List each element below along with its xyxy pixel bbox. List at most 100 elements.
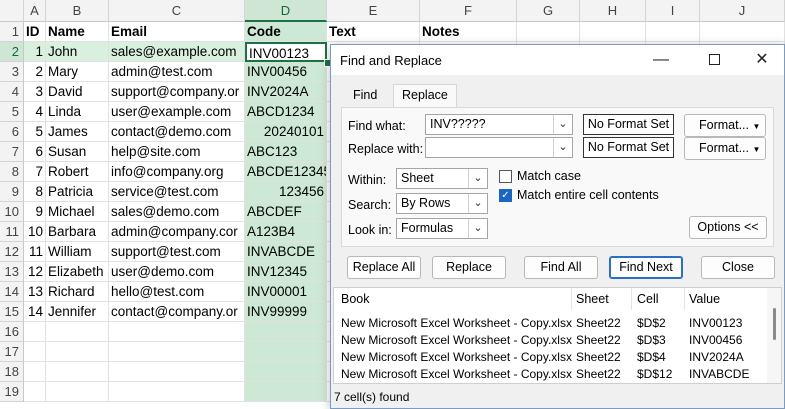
cell-e1[interactable]: Text <box>327 22 420 42</box>
row-header[interactable]: 16 <box>0 322 24 342</box>
cell-b16[interactable] <box>46 322 109 342</box>
cell-c1[interactable]: Email <box>109 22 245 42</box>
cell-a13[interactable]: 12 <box>24 262 46 282</box>
cell-j1[interactable] <box>700 22 785 42</box>
cell-b2[interactable]: John <box>46 42 109 62</box>
column-header-c[interactable]: C <box>109 0 245 22</box>
results-header-sheet[interactable]: Sheet <box>576 292 609 306</box>
cell-b12[interactable]: William <box>46 242 109 262</box>
row-header[interactable]: 2 <box>0 42 24 62</box>
column-header-i[interactable]: I <box>646 0 700 22</box>
results-header-value[interactable]: Value <box>689 292 720 306</box>
options-button[interactable]: Options << <box>689 216 767 239</box>
cell-c15[interactable]: contact@company.or <box>109 302 245 322</box>
chevron-down-icon[interactable]: ⌄ <box>468 219 487 238</box>
chevron-down-icon[interactable]: ⌄ <box>468 169 487 188</box>
column-divider[interactable] <box>571 288 572 310</box>
cell-b17[interactable] <box>46 342 109 362</box>
row-header[interactable]: 4 <box>0 82 24 102</box>
row-header[interactable]: 13 <box>0 262 24 282</box>
chevron-down-icon[interactable]: ⌄ <box>468 194 487 213</box>
cell-c8[interactable]: info@company.org <box>109 162 245 182</box>
cell-c5[interactable]: user@example.com <box>109 102 245 122</box>
cell-d8[interactable]: ABCDE12345 <box>245 162 327 182</box>
replace-all-button[interactable]: Replace All <box>347 256 421 279</box>
cell-b1[interactable]: Name <box>46 22 109 42</box>
cell-a14[interactable]: 13 <box>24 282 46 302</box>
cell-g1[interactable] <box>517 22 580 42</box>
find-next-button[interactable]: Find Next <box>609 256 683 279</box>
results-header-book[interactable]: Book <box>341 292 370 306</box>
row-header[interactable]: 14 <box>0 282 24 302</box>
chevron-down-icon[interactable]: ⌄ <box>553 138 572 157</box>
replace-button[interactable]: Replace <box>432 256 506 279</box>
within-select[interactable]: Sheet ⌄ <box>396 168 488 189</box>
row-header[interactable]: 18 <box>0 362 24 382</box>
column-header-j[interactable]: J <box>700 0 785 22</box>
minimize-icon[interactable]: — <box>638 45 684 75</box>
cell-c9[interactable]: service@test.com <box>109 182 245 202</box>
scrollbar-thumb[interactable] <box>773 308 776 340</box>
column-header-b[interactable]: B <box>46 0 109 22</box>
cell-d12[interactable]: INVABCDE <box>245 242 327 262</box>
results-scrollbar[interactable] <box>767 288 781 383</box>
close-button[interactable]: Close <box>701 256 775 279</box>
cell-c4[interactable]: support@company.or <box>109 82 245 102</box>
cell-c13[interactable]: user@demo.com <box>109 262 245 282</box>
cell-b3[interactable]: Mary <box>46 62 109 82</box>
cell-c3[interactable]: admin@test.com <box>109 62 245 82</box>
column-header-h[interactable]: H <box>580 0 646 22</box>
cell-a6[interactable]: 5 <box>24 122 46 142</box>
cell-b15[interactable]: Jennifer <box>46 302 109 322</box>
cell-d19[interactable] <box>245 382 327 402</box>
cell-b7[interactable]: Susan <box>46 142 109 162</box>
cell-b5[interactable]: Linda <box>46 102 109 122</box>
cell-a5[interactable]: 4 <box>24 102 46 122</box>
cell-d6[interactable]: 20240101 <box>245 122 327 142</box>
cell-h1[interactable] <box>580 22 646 42</box>
cell-b18[interactable] <box>46 362 109 382</box>
column-divider[interactable] <box>684 288 685 310</box>
cell-a16[interactable] <box>24 322 46 342</box>
cell-d14[interactable]: INV00001 <box>245 282 327 302</box>
row-header[interactable]: 1 <box>0 22 24 42</box>
cell-c18[interactable] <box>109 362 245 382</box>
cell-d15[interactable]: INV99999 <box>245 302 327 322</box>
cell-a2[interactable]: 1 <box>24 42 46 62</box>
cell-d10[interactable]: ABCDEF <box>245 202 327 222</box>
cell-c16[interactable] <box>109 322 245 342</box>
cell-c14[interactable]: hello@test.com <box>109 282 245 302</box>
cell-f1[interactable]: Notes <box>420 22 517 42</box>
cell-d4[interactable]: INV2024A <box>245 82 327 102</box>
results-list[interactable]: Book Sheet Cell Value New Microsoft Exce… <box>333 287 782 384</box>
cell-d17[interactable] <box>245 342 327 362</box>
cell-b10[interactable]: Michael <box>46 202 109 222</box>
cell-a8[interactable]: 7 <box>24 162 46 182</box>
cell-b13[interactable]: Elizabeth <box>46 262 109 282</box>
column-header-d[interactable]: D <box>245 0 327 22</box>
search-select[interactable]: By Rows ⌄ <box>396 193 488 214</box>
cell-c7[interactable]: help@site.com <box>109 142 245 162</box>
cell-a11[interactable]: 10 <box>24 222 46 242</box>
cell-a18[interactable] <box>24 362 46 382</box>
row-header[interactable]: 3 <box>0 62 24 82</box>
cell-a9[interactable]: 8 <box>24 182 46 202</box>
match-case-checkbox[interactable] <box>499 170 512 183</box>
cell-b14[interactable]: Richard <box>46 282 109 302</box>
cell-d1[interactable]: Code <box>245 22 327 42</box>
cell-b11[interactable]: Barbara <box>46 222 109 242</box>
cell-a3[interactable]: 2 <box>24 62 46 82</box>
results-header-cell[interactable]: Cell <box>637 292 659 306</box>
column-header-g[interactable]: G <box>517 0 580 22</box>
chevron-down-icon[interactable]: ⌄ <box>553 115 572 134</box>
close-icon[interactable]: ✕ <box>739 45 785 75</box>
cell-c19[interactable] <box>109 382 245 402</box>
cell-c2[interactable]: sales@example.com <box>109 42 245 62</box>
cell-i1[interactable] <box>646 22 700 42</box>
row-header[interactable]: 9 <box>0 182 24 202</box>
cell-d16[interactable] <box>245 322 327 342</box>
look-in-select[interactable]: Formulas ⌄ <box>396 218 488 239</box>
cell-a15[interactable]: 14 <box>24 302 46 322</box>
column-header-e[interactable]: E <box>327 0 420 22</box>
maximize-icon[interactable] <box>691 45 737 75</box>
